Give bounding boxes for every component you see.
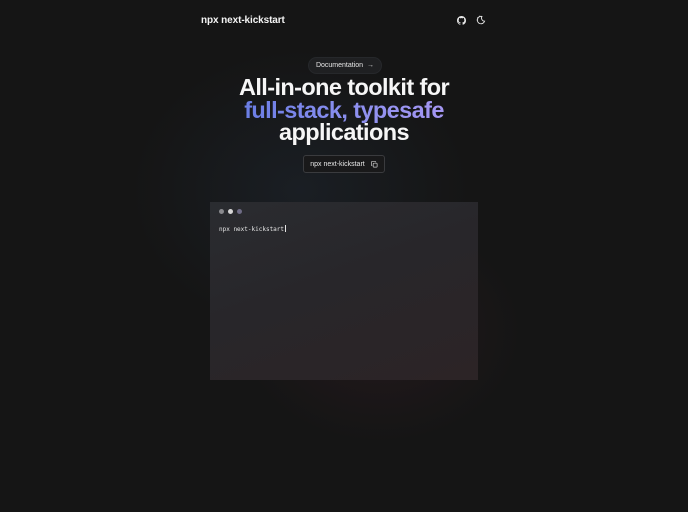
copy-icon <box>370 160 378 167</box>
theme-toggle-button[interactable] <box>475 14 487 26</box>
github-link[interactable] <box>455 14 467 26</box>
theme-toggle-icon <box>476 15 486 25</box>
hero-title-line-3: applications <box>279 119 410 145</box>
window-dot-2[interactable] <box>228 209 233 214</box>
page: npx next-kickstart Documentation → All-i… <box>0 0 688 512</box>
hero-title-line-1: All-in-one toolkit for <box>238 74 450 100</box>
copy-command-button[interactable]: npx next-kickstart <box>303 155 385 173</box>
window-controls <box>219 209 242 214</box>
hero-title: All-in-one toolkit for full-stack, types… <box>200 76 488 144</box>
brand-logo-text[interactable]: npx next-kickstart <box>201 15 285 26</box>
command-label: npx next-kickstart <box>310 160 365 168</box>
terminal-command: npx next-kickstart <box>219 226 285 233</box>
header: npx next-kickstart <box>201 12 487 28</box>
terminal-output: npx next-kickstart <box>219 225 287 233</box>
header-icons <box>455 14 487 26</box>
documentation-link[interactable]: Documentation → <box>308 57 382 74</box>
text-cursor <box>285 225 287 232</box>
arrow-right-icon: → <box>367 62 375 69</box>
window-dot-1[interactable] <box>219 209 224 214</box>
terminal-window: npx next-kickstart <box>210 202 478 380</box>
window-dot-3[interactable] <box>237 209 242 214</box>
documentation-label: Documentation <box>315 62 364 69</box>
github-icon <box>456 15 466 25</box>
